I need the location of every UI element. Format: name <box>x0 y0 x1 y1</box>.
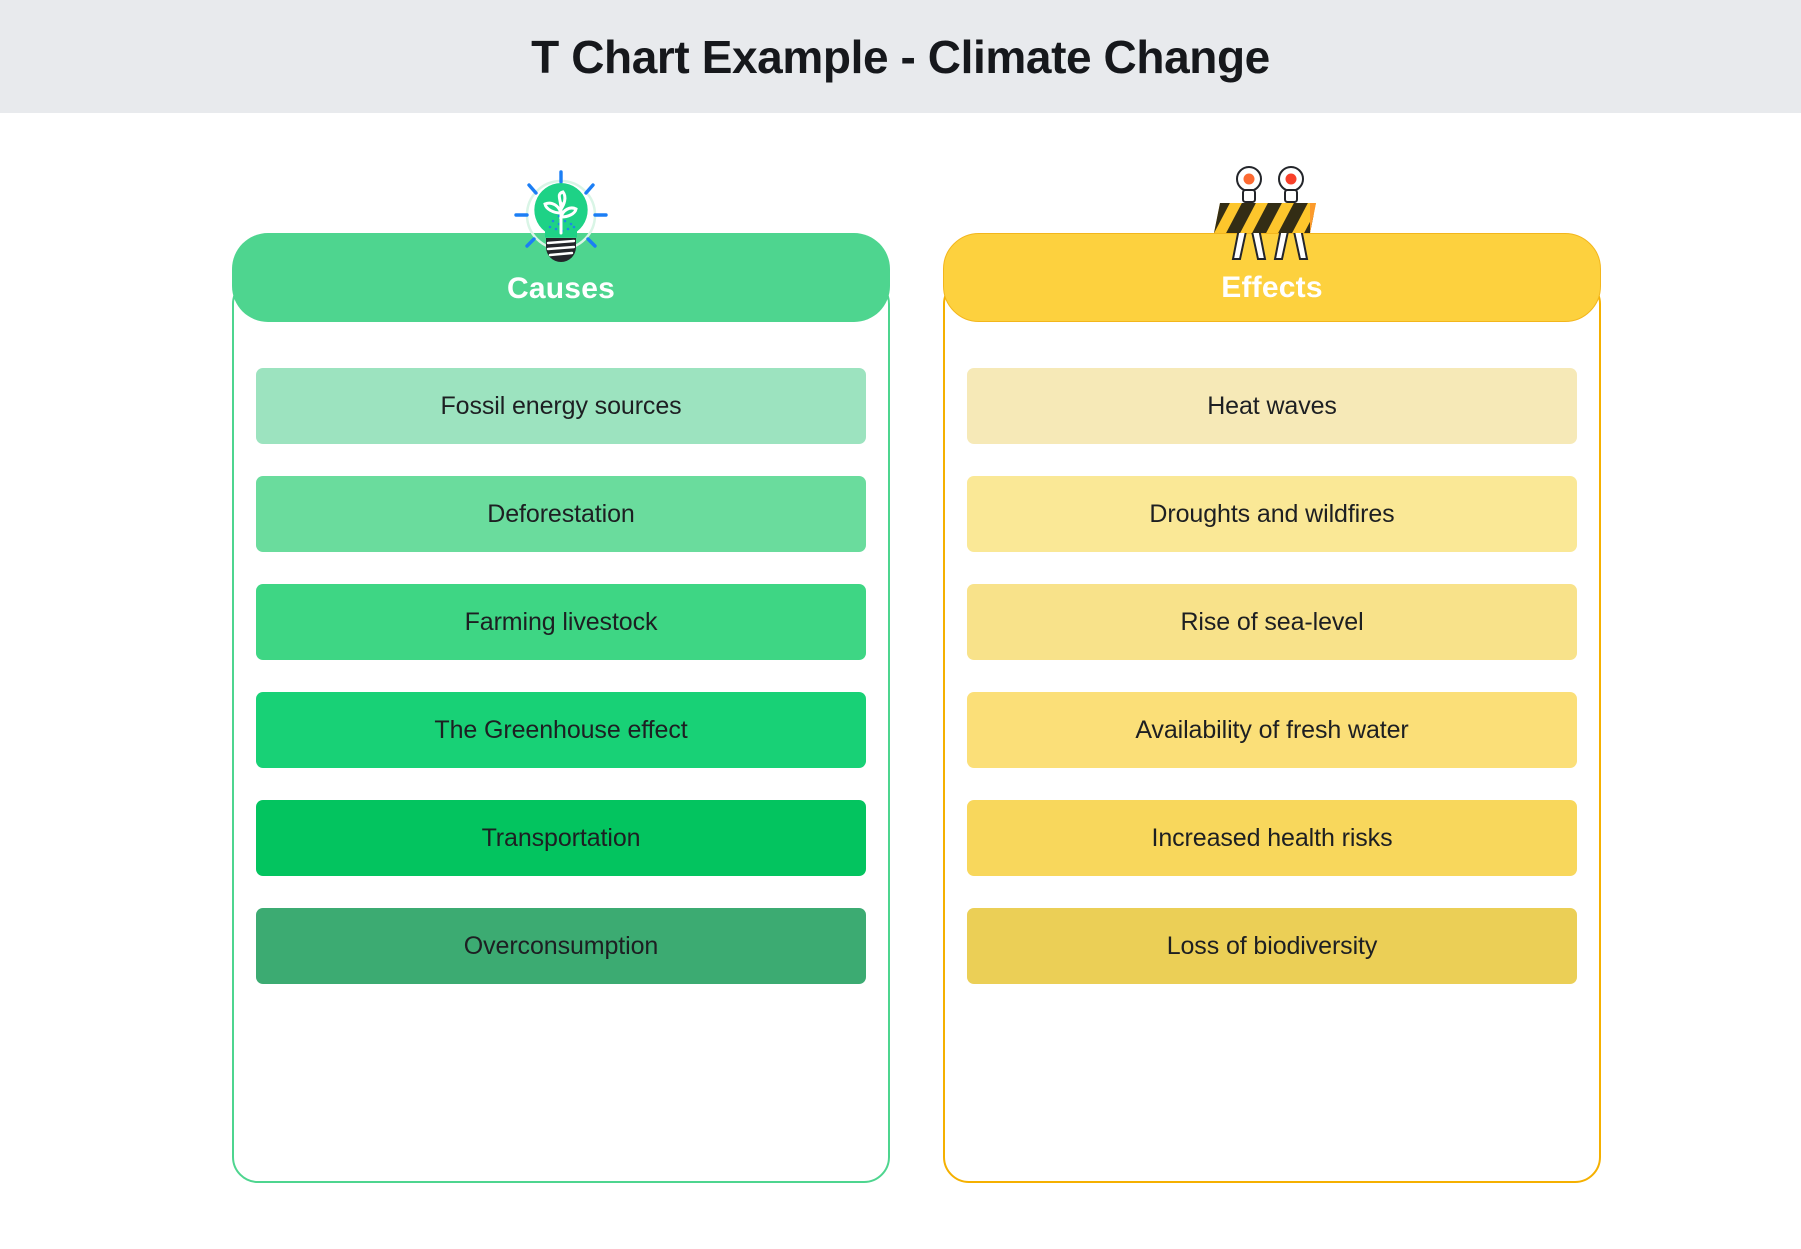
list-item-label: Heat waves <box>1207 391 1337 420</box>
column-effects: Effects Heat waves Droughts and wildfire… <box>943 166 1601 1183</box>
causes-row-list: Fossil energy sources Deforestation Farm… <box>256 368 866 984</box>
list-item[interactable]: The Greenhouse effect <box>256 692 866 768</box>
list-item[interactable]: Rise of sea-level <box>967 584 1577 660</box>
list-item-label: Farming livestock <box>464 607 658 636</box>
list-item[interactable]: Droughts and wildfires <box>967 476 1577 552</box>
list-item[interactable]: Deforestation <box>256 476 866 552</box>
list-item-label: Deforestation <box>487 499 635 528</box>
list-item[interactable]: Transportation <box>256 800 866 876</box>
page-title: T Chart Example - Climate Change <box>531 30 1270 83</box>
list-item-label: Overconsumption <box>463 931 659 960</box>
effects-row-list: Heat waves Droughts and wildfires Rise o… <box>967 368 1577 984</box>
list-item-label: Rise of sea-level <box>1180 607 1364 636</box>
list-item[interactable]: Fossil energy sources <box>256 368 866 444</box>
column-causes: Causes Fossil energy sources Deforestati… <box>232 170 890 1183</box>
causes-header: Causes <box>232 233 890 322</box>
list-item[interactable]: Heat waves <box>967 368 1577 444</box>
list-item-label: Increased health risks <box>1151 823 1393 852</box>
effects-header: Effects <box>943 233 1601 322</box>
list-item[interactable]: Overconsumption <box>256 908 866 984</box>
list-item[interactable]: Farming livestock <box>256 584 866 660</box>
list-item-label: Transportation <box>481 823 641 852</box>
page-header: T Chart Example - Climate Change <box>0 0 1801 113</box>
chart-body: Causes Fossil energy sources Deforestati… <box>0 113 1801 1249</box>
causes-header-label: Causes <box>507 272 615 305</box>
list-item-label: Availability of fresh water <box>1135 715 1409 744</box>
list-item[interactable]: Increased health risks <box>967 800 1577 876</box>
list-item[interactable]: Loss of biodiversity <box>967 908 1577 984</box>
list-item[interactable]: Availability of fresh water <box>967 692 1577 768</box>
effects-header-label: Effects <box>1221 271 1323 304</box>
list-item-label: Fossil energy sources <box>440 391 682 420</box>
t-chart-page: T Chart Example - Climate Change Causes … <box>0 0 1801 1249</box>
list-item-label: The Greenhouse effect <box>434 715 688 744</box>
list-item-label: Loss of biodiversity <box>1166 931 1378 960</box>
list-item-label: Droughts and wildfires <box>1149 499 1395 528</box>
